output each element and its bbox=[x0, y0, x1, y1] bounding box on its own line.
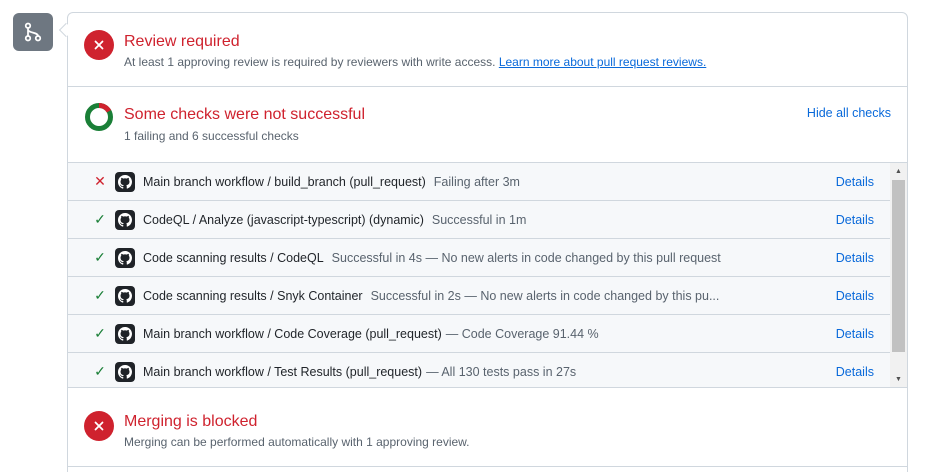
check-row: ✓ CodeQL / Analyze (javascript-typescrip… bbox=[68, 201, 890, 239]
check-row: ✓ Main branch workflow / Test Results (p… bbox=[68, 353, 890, 387]
details-link[interactable]: Details bbox=[836, 251, 874, 265]
checks-title: Some checks were not successful bbox=[124, 106, 365, 123]
merge-title: Merging is blocked bbox=[124, 413, 258, 430]
check-description: Failing after 3m bbox=[433, 174, 520, 189]
learn-more-link[interactable]: Learn more about pull request reviews. bbox=[499, 55, 706, 69]
details-link[interactable]: Details bbox=[836, 175, 874, 189]
scroll-up-arrow-icon[interactable]: ▲ bbox=[890, 163, 907, 180]
review-title: Review required bbox=[124, 33, 240, 50]
check-icon: ✓ bbox=[94, 249, 106, 265]
check-text: Main branch workflow / build_branch (pul… bbox=[143, 175, 520, 189]
check-icon: ✓ bbox=[94, 211, 106, 227]
checks-subtitle: 1 failing and 6 successful checks bbox=[124, 129, 299, 143]
scroll-down-arrow-icon[interactable]: ▼ bbox=[890, 371, 907, 387]
check-description: Successful in 2s — No new alerts in code… bbox=[370, 288, 720, 303]
check-description: Successful in 4s — No new alerts in code… bbox=[331, 250, 721, 265]
github-logo-icon bbox=[115, 285, 135, 306]
check-text: Code scanning results / Snyk Container Su… bbox=[143, 289, 719, 303]
check-text: Main branch workflow / Code Coverage (pu… bbox=[143, 327, 599, 341]
check-icon: ✓ bbox=[94, 325, 106, 341]
scrollbar-thumb[interactable] bbox=[892, 180, 905, 352]
merge-box: Review required At least 1 approving rev… bbox=[67, 12, 908, 472]
x-circle-icon bbox=[84, 411, 114, 441]
review-subtitle: At least 1 approving review is required … bbox=[124, 55, 706, 69]
donut-progress-icon bbox=[84, 102, 114, 132]
check-text: Main branch workflow / Test Results (pul… bbox=[143, 365, 576, 379]
hide-all-checks-button[interactable]: Hide all checks bbox=[807, 106, 891, 120]
check-icon: ✓ bbox=[94, 287, 106, 303]
x-icon: ✕ bbox=[94, 173, 106, 189]
checks-list: ✕ Main branch workflow / build_branch (p… bbox=[68, 162, 907, 387]
checks-section: Some checks were not successful 1 failin… bbox=[68, 87, 907, 162]
check-name: Code scanning results / CodeQL bbox=[143, 250, 324, 265]
github-logo-icon bbox=[115, 323, 135, 344]
check-description: — All 130 tests pass in 27s bbox=[426, 364, 577, 379]
scrollbar[interactable]: ▲ ▼ bbox=[890, 163, 907, 387]
review-subtitle-text: At least 1 approving review is required … bbox=[124, 55, 496, 69]
details-link[interactable]: Details bbox=[836, 213, 874, 227]
check-name: Code scanning results / Snyk Container bbox=[143, 288, 363, 303]
details-link[interactable]: Details bbox=[836, 289, 874, 303]
details-link[interactable]: Details bbox=[836, 327, 874, 341]
check-description: Successful in 1m bbox=[431, 212, 527, 227]
github-logo-icon bbox=[115, 247, 135, 268]
check-name: CodeQL / Analyze (javascript-typescript)… bbox=[143, 212, 424, 227]
github-logo-icon bbox=[115, 171, 135, 192]
merge-subtitle: Merging can be performed automatically w… bbox=[124, 435, 470, 449]
check-text: Code scanning results / CodeQL Successful… bbox=[143, 251, 721, 265]
x-circle-icon bbox=[84, 30, 114, 60]
check-row: ✓ Main branch workflow / Code Coverage (… bbox=[68, 315, 890, 353]
check-description: — Code Coverage 91.44 % bbox=[445, 326, 599, 341]
check-name: Main branch workflow / Code Coverage (pu… bbox=[143, 326, 442, 341]
check-icon: ✓ bbox=[94, 363, 106, 379]
github-logo-icon bbox=[115, 361, 135, 382]
git-merge-icon bbox=[13, 13, 53, 51]
check-name: Main branch workflow / build_branch (pul… bbox=[143, 174, 426, 189]
details-link[interactable]: Details bbox=[836, 365, 874, 379]
check-row: ✓ Code scanning results / CodeQL Successf… bbox=[68, 239, 890, 277]
github-logo-icon bbox=[115, 209, 135, 230]
review-section: Review required At least 1 approving rev… bbox=[68, 13, 907, 87]
check-name: Main branch workflow / Test Results (pul… bbox=[143, 364, 423, 379]
check-row: ✕ Main branch workflow / build_branch (p… bbox=[68, 163, 890, 201]
check-row: ✓ Code scanning results / Snyk Container… bbox=[68, 277, 890, 315]
merge-section: Merging is blocked Merging can be perfor… bbox=[68, 387, 907, 467]
check-text: CodeQL / Analyze (javascript-typescript)… bbox=[143, 213, 526, 227]
